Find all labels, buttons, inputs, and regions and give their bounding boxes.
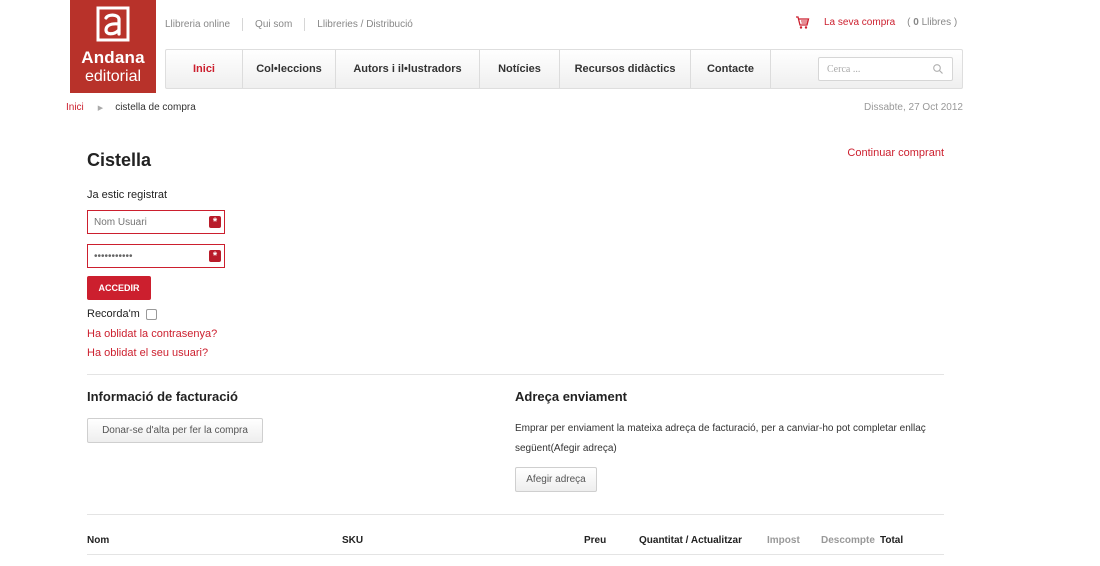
- nav-item-news[interactable]: Notícies: [480, 50, 560, 88]
- column-header-quantity: Quantitat / Actualitzar: [639, 535, 742, 546]
- shipping-title: Adreça enviament: [515, 389, 627, 404]
- divider: [242, 18, 244, 31]
- nav-item-home[interactable]: Inici: [166, 50, 243, 88]
- forgot-username-link[interactable]: Ha oblidat el seu usuari?: [87, 347, 208, 359]
- main-nav: Inici Col•leccions Autors i il•lustrador…: [165, 49, 963, 89]
- divider: [304, 18, 306, 31]
- search-box: [818, 57, 953, 81]
- required-icon: *: [209, 250, 221, 262]
- brand-subtitle: editorial: [84, 68, 142, 85]
- brand-name: Andana: [81, 48, 145, 67]
- username-input[interactable]: [88, 211, 203, 233]
- top-links: Llibreria online Qui som Llibreries / Di…: [165, 18, 413, 31]
- column-header-price: Preu: [584, 535, 607, 546]
- continue-shopping-link[interactable]: Continuar comprant: [847, 147, 944, 159]
- nav-item-collections[interactable]: Col•leccions: [243, 50, 336, 88]
- current-date: Dissabte, 27 Oct 2012: [864, 102, 963, 113]
- column-header-sku: SKU: [342, 535, 364, 546]
- register-button[interactable]: Donar-se d'alta per fer la compra: [87, 418, 263, 443]
- breadcrumb-current: cistella de compra: [115, 102, 196, 113]
- brand-logo[interactable]: Andana editorial: [70, 0, 156, 93]
- column-header-name: Nom: [87, 535, 110, 546]
- cart-icon[interactable]: [795, 15, 810, 30]
- a-letter-icon: [96, 6, 130, 42]
- login-heading: Ja estic registrat: [87, 189, 168, 201]
- password-field: *: [87, 244, 225, 268]
- password-input[interactable]: [88, 245, 203, 267]
- shipping-description: Emprar per enviament la mateixa adreça d…: [515, 423, 926, 454]
- search-input[interactable]: [819, 58, 929, 80]
- column-header-total: Total: [880, 535, 904, 546]
- chevron-right-icon: ▶: [97, 104, 104, 112]
- cart-link[interactable]: La seva compra: [824, 17, 895, 28]
- divider: [87, 374, 944, 375]
- add-address-button[interactable]: Afegir adreça: [515, 467, 597, 492]
- forgot-password-link[interactable]: Ha oblidat la contrasenya?: [87, 328, 217, 340]
- billing-title: Informació de facturació: [87, 389, 238, 404]
- cart-table-header: Nom SKU Preu Quantitat / Actualitzar Imp…: [87, 535, 944, 555]
- divider: [87, 514, 944, 515]
- login-button[interactable]: ACCEDIR: [87, 276, 151, 300]
- cart-count: ( 0 Llibres ): [907, 17, 958, 28]
- top-link-about[interactable]: Qui som: [255, 19, 292, 30]
- nav-item-teaching-resources[interactable]: Recursos didàctics: [560, 50, 691, 88]
- nav-item-authors[interactable]: Autors i il•lustradors: [336, 50, 480, 88]
- breadcrumb-home[interactable]: Inici: [66, 102, 84, 113]
- remember-me-label: Recorda'm: [87, 308, 140, 320]
- top-link-distribution[interactable]: Llibreries / Distribució: [317, 19, 413, 30]
- remember-me-checkbox[interactable]: [145, 308, 157, 320]
- remember-me: Recorda'm: [87, 308, 157, 320]
- search-icon[interactable]: [932, 63, 944, 75]
- username-field: *: [87, 210, 225, 234]
- nav-item-contact[interactable]: Contacte: [691, 50, 771, 88]
- column-header-discount: Descompte: [821, 535, 875, 546]
- cart-summary: La seva compra ( 0 Llibres ): [795, 15, 957, 30]
- page-title: Cistella: [87, 150, 152, 170]
- breadcrumb: Inici ▶ cistella de compra: [66, 102, 196, 113]
- required-icon: *: [209, 216, 221, 228]
- column-header-tax: Impost: [767, 535, 800, 546]
- top-link-online-store[interactable]: Llibreria online: [165, 19, 230, 30]
